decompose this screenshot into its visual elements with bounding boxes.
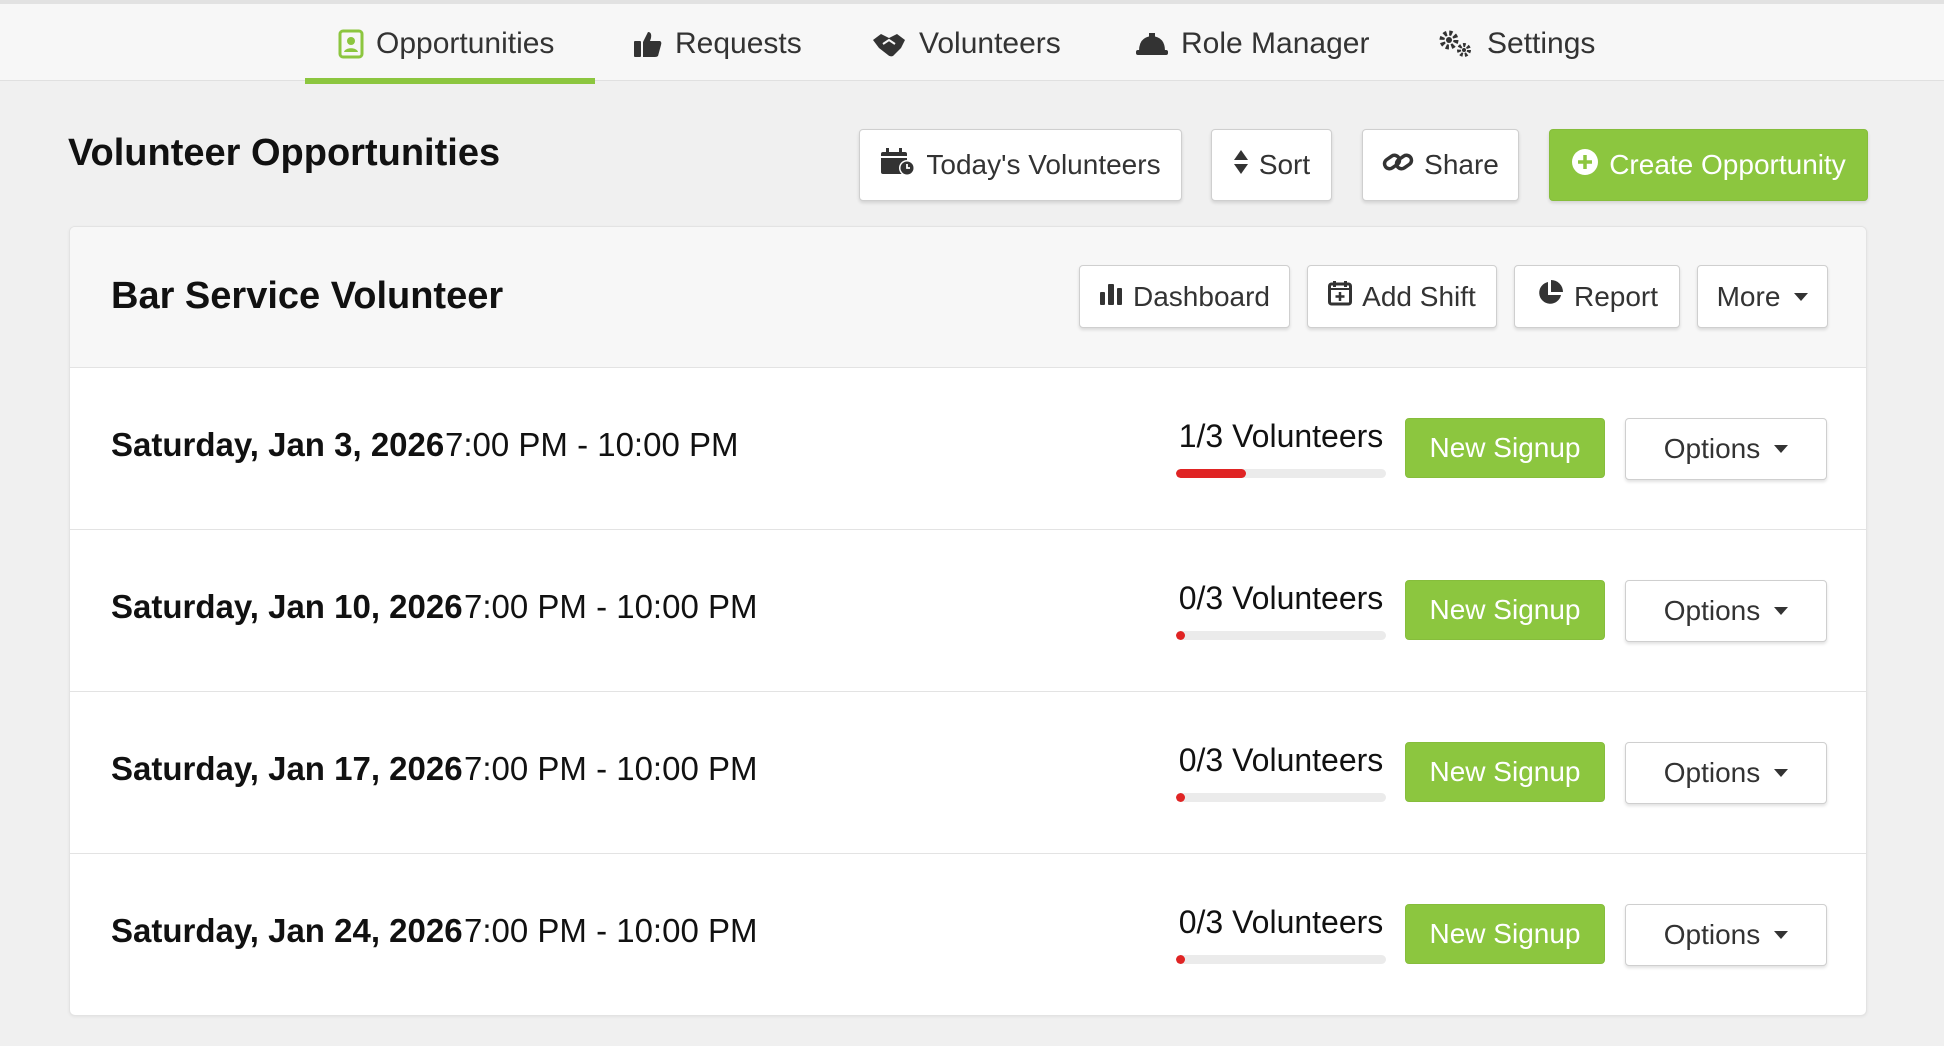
dashboard-button[interactable]: Dashboard [1079, 265, 1290, 328]
volunteer-count: 0/3 Volunteers [1178, 742, 1384, 778]
caret-down-icon [1774, 769, 1789, 777]
pie-chart-icon [1536, 279, 1564, 314]
shift-row: Saturday, Jan 10, 2026 7:00 PM - 10:00 P… [70, 530, 1866, 692]
options-label: Options [1663, 919, 1761, 950]
tab-settings[interactable]: Settings [1437, 8, 1595, 80]
sort-button[interactable]: Sort [1211, 129, 1332, 201]
page-title: Volunteer Opportunities [68, 132, 501, 174]
tab-volunteers[interactable]: Volunteers [871, 8, 1061, 80]
caret-down-icon [1774, 607, 1789, 615]
volunteer-progress-fill [1176, 469, 1246, 478]
volunteer-count: 0/3 Volunteers [1178, 904, 1384, 940]
options-label: Options [1663, 433, 1761, 464]
new-signup-button[interactable]: New Signup [1405, 418, 1605, 478]
active-tab-indicator [305, 78, 595, 84]
caret-down-icon [1774, 445, 1789, 453]
shift-time: 7:00 PM - 10:00 PM [464, 750, 758, 787]
top-nav: Opportunities Requests Volunteers Role M… [0, 0, 1944, 84]
dashboard-label: Dashboard [1133, 280, 1270, 312]
report-label: Report [1573, 280, 1659, 312]
volunteer-count: 1/3 Volunteers [1178, 418, 1384, 454]
calendar-plus-icon [1328, 280, 1353, 313]
volunteer-count: 0/3 Volunteers [1178, 580, 1384, 616]
shift-row: Saturday, Jan 24, 2026 7:00 PM - 10:00 P… [70, 854, 1866, 1015]
volunteer-progress-fill [1176, 955, 1185, 964]
caret-down-icon [1794, 292, 1809, 301]
handshake-icon [871, 30, 907, 58]
volunteer-progress-bar [1176, 793, 1386, 802]
options-dropdown[interactable]: Options [1625, 742, 1827, 804]
tab-requests[interactable]: Requests [633, 8, 802, 80]
sort-icon [1233, 149, 1249, 182]
more-dropdown[interactable]: More [1697, 265, 1828, 328]
hard-hat-icon [1135, 31, 1169, 57]
link-icon [1382, 149, 1414, 182]
todays-volunteers-label: Today's Volunteers [926, 149, 1161, 180]
volunteer-progress-bar [1176, 631, 1386, 640]
new-signup-button[interactable]: New Signup [1405, 580, 1605, 640]
opportunity-header: Bar Service Volunteer Dashboard Add Shif… [70, 227, 1866, 368]
shift-time: 7:00 PM - 10:00 PM [464, 912, 758, 949]
bar-chart-icon [1099, 281, 1123, 313]
add-shift-button[interactable]: Add Shift [1307, 265, 1497, 328]
tab-label: Requests [675, 27, 802, 60]
plus-circle-icon [1571, 148, 1599, 183]
volunteer-progress-fill [1176, 793, 1185, 802]
caret-down-icon [1774, 931, 1789, 939]
new-signup-button[interactable]: New Signup [1405, 742, 1605, 802]
todays-volunteers-button[interactable]: Today's Volunteers [859, 129, 1182, 201]
thumbs-up-icon [633, 30, 663, 58]
tab-label: Settings [1487, 27, 1596, 60]
shift-row: Saturday, Jan 17, 2026 7:00 PM - 10:00 P… [70, 692, 1866, 854]
create-opportunity-label: Create Opportunity [1609, 149, 1846, 180]
new-signup-button[interactable]: New Signup [1405, 904, 1605, 964]
options-label: Options [1663, 595, 1761, 626]
volunteer-progress-bar [1176, 955, 1386, 964]
options-dropdown[interactable]: Options [1625, 418, 1827, 480]
shift-date: Saturday, Jan 17, 2026 [111, 750, 463, 787]
share-label: Share [1424, 149, 1499, 180]
options-label: Options [1663, 757, 1761, 788]
tab-opportunities[interactable]: Opportunities [338, 8, 554, 80]
options-dropdown[interactable]: Options [1625, 580, 1827, 642]
tab-role-manager[interactable]: Role Manager [1135, 8, 1369, 80]
tab-label: Role Manager [1181, 27, 1370, 60]
tab-label: Volunteers [919, 27, 1061, 60]
options-dropdown[interactable]: Options [1625, 904, 1827, 966]
tab-label: Opportunities [376, 27, 555, 60]
share-button[interactable]: Share [1362, 129, 1519, 201]
sort-label: Sort [1258, 149, 1311, 180]
add-shift-label: Add Shift [1362, 280, 1476, 312]
create-opportunity-button[interactable]: Create Opportunity [1549, 129, 1868, 201]
contact-card-icon [338, 29, 364, 59]
shift-time: 7:00 PM - 10:00 PM [464, 588, 758, 625]
report-button[interactable]: Report [1514, 265, 1680, 328]
calendar-clock-icon [880, 147, 916, 184]
shift-date: Saturday, Jan 3, 2026 [111, 426, 445, 463]
volunteer-progress-fill [1176, 631, 1185, 640]
shift-time: 7:00 PM - 10:00 PM [445, 426, 739, 463]
shift-date: Saturday, Jan 24, 2026 [111, 912, 463, 949]
opportunity-title: Bar Service Volunteer [111, 275, 504, 317]
opportunity-card: Bar Service Volunteer Dashboard Add Shif… [69, 226, 1867, 1016]
shift-row: Saturday, Jan 3, 2026 7:00 PM - 10:00 PM… [70, 368, 1866, 530]
more-label: More [1716, 280, 1781, 312]
volunteer-progress-bar [1176, 469, 1386, 478]
shift-date: Saturday, Jan 10, 2026 [111, 588, 463, 625]
gears-icon [1437, 29, 1475, 59]
